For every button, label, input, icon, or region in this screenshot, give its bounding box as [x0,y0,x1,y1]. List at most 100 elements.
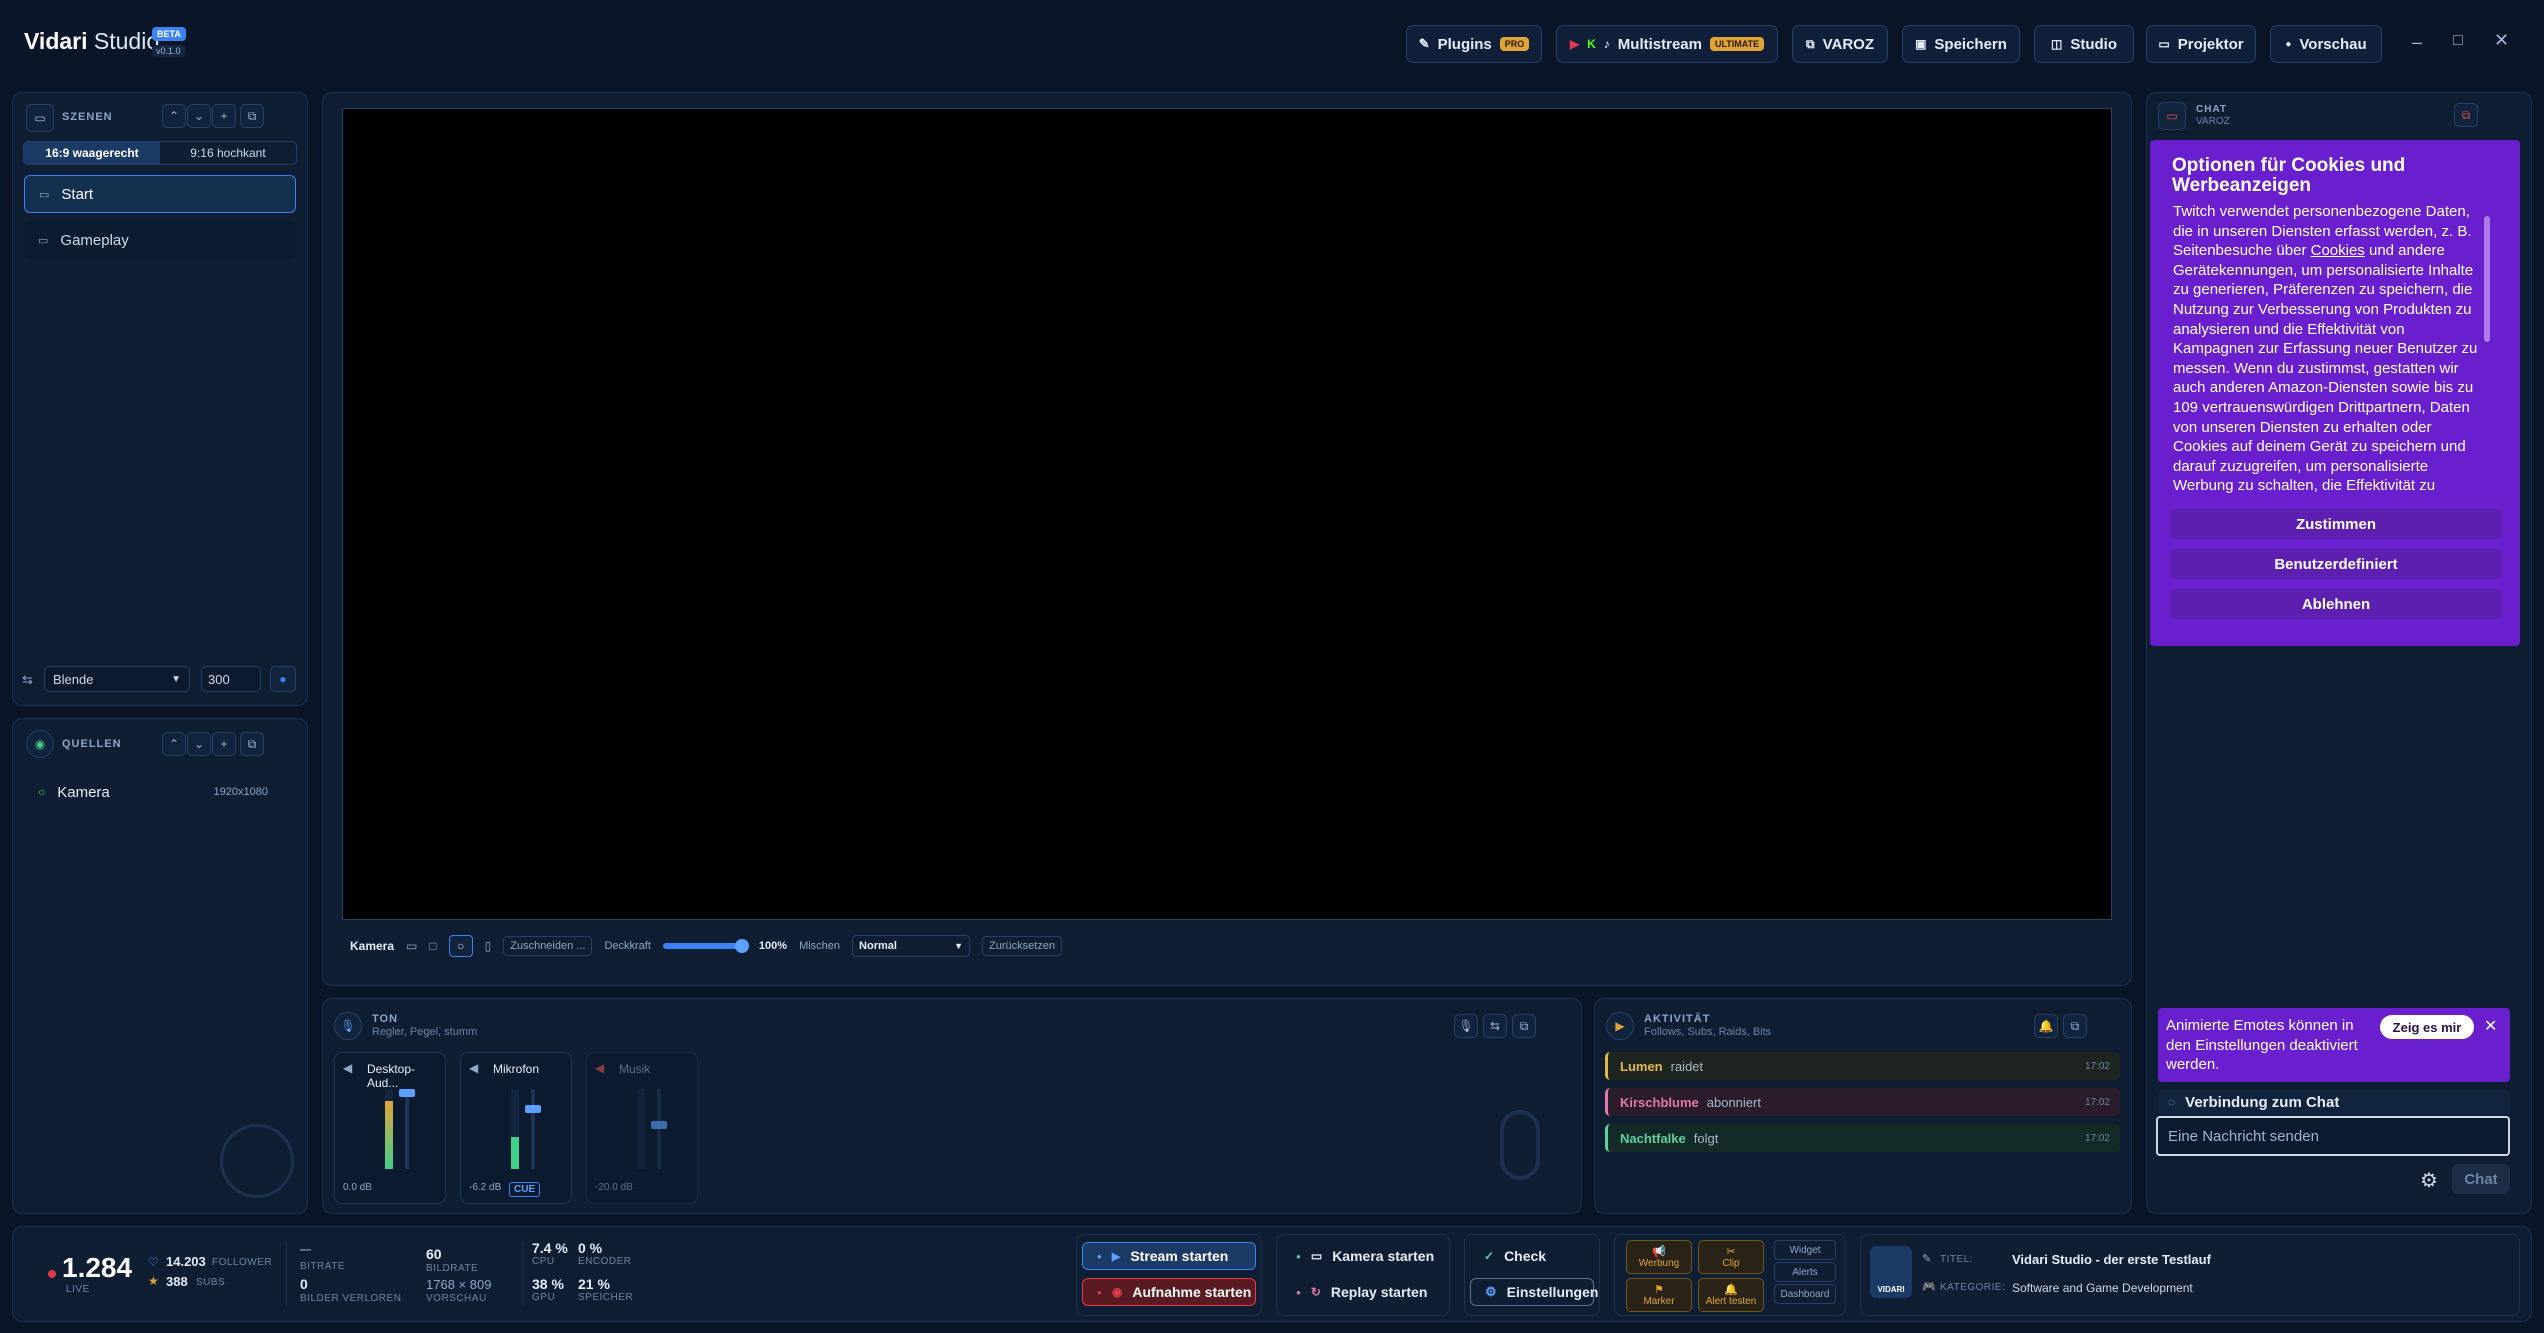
fader-track[interactable] [657,1089,661,1169]
scene-item-start[interactable]: ▭ Start [24,175,296,213]
source-down-icon[interactable]: ⌄ [187,732,211,756]
activity-user: Kirschblume [1620,1094,1699,1110]
clip-button[interactable]: ✂ Clip [1698,1240,1764,1274]
fps-value: 60 [426,1246,442,1262]
speaker-icon[interactable]: ◀ [469,1061,478,1075]
accept-button[interactable]: Zustimmen [2170,509,2502,539]
scene-add-icon[interactable]: + [212,104,236,128]
stream-category[interactable]: Software and Game Development [2012,1281,2193,1295]
fader-track[interactable] [405,1089,409,1169]
activity-time: 17:02 [2084,1096,2110,1108]
tab-16-9[interactable]: 16:9 waagerecht [24,142,160,164]
alert-test-button[interactable]: 🔔 Alert testen [1698,1278,1764,1312]
cue-button[interactable]: CUE [509,1182,541,1197]
channel-button[interactable]: ⧉ VAROZ [1792,25,1888,63]
audio-mixer-icon[interactable]: ⇆ [1483,1014,1507,1038]
save-button[interactable]: ▣ Speichern [1902,25,2020,63]
preview-canvas[interactable] [342,108,2112,920]
activity-item-follow[interactable]: Nachtfalke folgt 17:02 [1605,1124,2120,1152]
projector-button[interactable]: ▭ Projektor [2146,25,2256,63]
ad-button[interactable]: 📢 Werbung [1626,1240,1692,1274]
close-icon[interactable]: ✕ [2494,30,2509,51]
bell-icon[interactable]: 🔔 [2034,1014,2058,1038]
live-dot [48,1270,56,1278]
alerts-link[interactable]: Alerts [1774,1262,1836,1282]
dashboard-link[interactable]: Dashboard [1774,1284,1836,1304]
source-item-kamera[interactable]: ○ Kamera 1920x1080 [24,776,296,808]
crop-button[interactable]: Zuschneiden ... [503,936,593,956]
decline-button[interactable]: Ablehnen [2170,589,2502,619]
source-popout-icon[interactable]: ⧉ [240,732,264,756]
aspect-tall-icon[interactable]: ▯ [485,939,492,953]
settings-button[interactable]: ⚙ Einstellungen [1470,1278,1598,1306]
record-start-button[interactable]: ● ◉ Aufnahme starten [1082,1278,1256,1306]
scene-popout-icon[interactable]: ⧉ [240,104,264,128]
stream-start-button[interactable]: ● ▶ Stream starten [1082,1242,1256,1270]
maximize-icon[interactable]: □ [2453,32,2463,50]
scenes-title: SZENEN [62,111,113,123]
audio-channel-musik[interactable]: ◀ Musik -20.0 dB [586,1052,698,1204]
aspect-square-icon[interactable]: □ [429,939,436,953]
dropped-frames: 0 [300,1276,308,1292]
source-up-icon[interactable]: ⌃ [162,732,186,756]
scene-down-icon[interactable]: ⌄ [187,104,211,128]
show-me-button[interactable]: Zeig es mir [2380,1015,2474,1039]
selected-source-label: Kamera [350,939,395,953]
preview-button[interactable]: ● Vorschau [2270,25,2382,63]
chat-send-button[interactable]: Chat [2452,1164,2510,1194]
audio-channel-desktop[interactable]: ◀ Desktop-Aud... 0.0 dB [334,1052,446,1204]
edit-icon[interactable]: ✎ [1922,1252,1931,1265]
spinner-icon: ◌ [2168,1095,2176,1109]
multistream-button[interactable]: ▶ K ♪ Multistream ULTIMATE [1556,25,1778,63]
custom-button[interactable]: Benutzerdefiniert [2170,549,2502,579]
replay-start-button[interactable]: ● ↻ Replay starten [1282,1278,1444,1306]
muted-speaker-icon[interactable]: ◀ [595,1061,604,1075]
camera-start-button[interactable]: ● ▭ Kamera starten [1282,1242,1444,1270]
transition-select[interactable]: Blende ▼ [44,666,190,692]
save-label: Speichern [1934,35,2007,53]
transition-duration-input[interactable]: 300 [201,666,261,692]
scene-up-icon[interactable]: ⌃ [162,104,186,128]
reset-button[interactable]: Zurücksetzen [982,936,1063,956]
audio-popout-icon[interactable]: ⧉ [1512,1014,1536,1038]
tab-9-16[interactable]: 9:16 hochkant [160,142,296,164]
activity-popout-icon[interactable]: ⧉ [2063,1014,2087,1038]
marker-button[interactable]: ⚑ Marker [1626,1278,1692,1312]
studio-button[interactable]: ◫ Studio [2034,25,2134,63]
activity-play-icon: ▶ [1606,1012,1634,1040]
blend-select[interactable]: Normal ▼ [852,935,971,957]
speaker-icon[interactable]: ◀ [343,1061,352,1075]
circle-mask-icon[interactable]: ○ [448,935,473,957]
sources-title: QUELLEN [62,738,122,750]
chat-popout-icon[interactable]: ⧉ [2454,103,2478,127]
chat-input[interactable]: Eine Nachricht senden [2156,1116,2510,1156]
fader-track[interactable] [531,1089,535,1169]
plugins-button[interactable]: ✎ Plugins PRO [1406,25,1542,63]
activity-item-raid[interactable]: Lumen raidet 17:02 [1605,1052,2120,1080]
widget-link[interactable]: Widget [1774,1240,1836,1260]
fader-thumb[interactable] [525,1105,541,1113]
opacity-slider-thumb[interactable] [734,939,749,953]
source-add-icon[interactable]: + [212,732,236,756]
cookies-link[interactable]: Cookies [2311,242,2365,259]
fader-thumb[interactable] [399,1089,415,1097]
fader-thumb[interactable] [651,1121,667,1129]
audio-channel-mikrofon[interactable]: ◀ Mikrofon -6.2 dB CUE [460,1052,572,1204]
plug-icon: ✎ [1418,36,1430,51]
transition-settings-icon[interactable]: ● [270,666,296,692]
check-button[interactable]: ✓ Check [1470,1242,1594,1270]
minimize-icon[interactable]: – [2412,32,2422,53]
aspect-wide-icon[interactable]: ▭ [406,939,417,953]
audio-mic-icon[interactable]: 🎙 [1454,1014,1478,1038]
channel-avatar[interactable]: VIDARI [1870,1246,1912,1298]
dropped-label: BILDER VERLOREN [300,1293,402,1304]
cookie-scrollbar[interactable] [2484,216,2490,342]
activity-item-sub[interactable]: Kirschblume abonniert 17:02 [1605,1088,2120,1116]
opacity-slider[interactable] [662,939,749,953]
preview-label: Vorschau [2299,35,2367,53]
scene-item-gameplay[interactable]: ▭ Gameplay [24,221,296,259]
app-name-suffix: Studio [93,28,160,54]
chat-settings-icon[interactable]: ⚙ [2420,1168,2438,1193]
close-icon[interactable]: ✕ [2484,1016,2497,1036]
stream-title[interactable]: Vidari Studio - der erste Testlauf [2012,1252,2211,1267]
